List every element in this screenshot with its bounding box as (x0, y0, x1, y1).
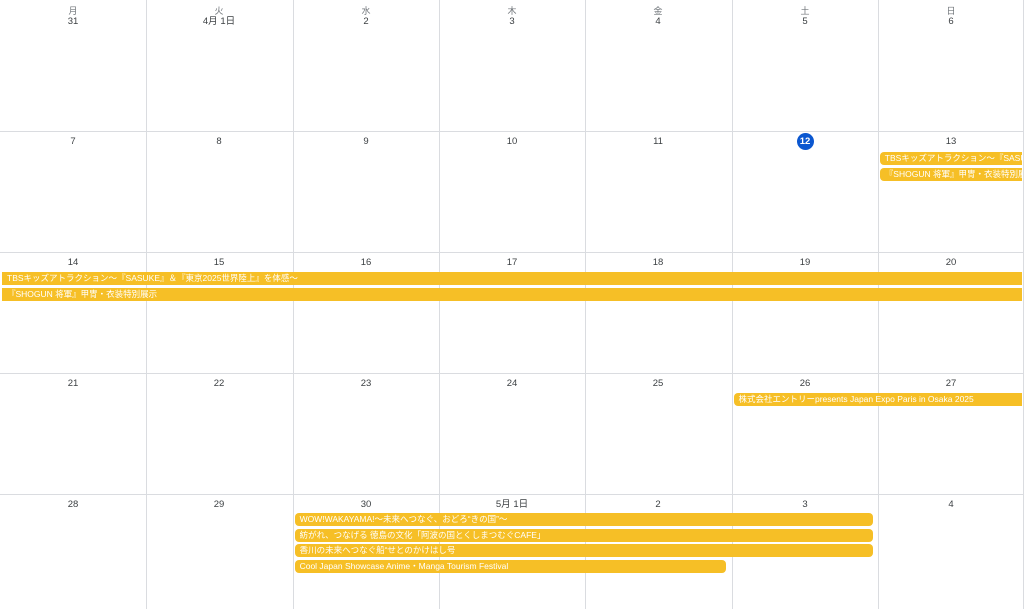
date-number[interactable]: 10 (439, 133, 585, 151)
date-number[interactable]: 24 (439, 375, 585, 393)
date-label: 23 (360, 378, 372, 389)
date-number[interactable]: 11 (585, 133, 731, 151)
date-number[interactable]: 16 (293, 254, 439, 272)
grid-col-divider (878, 0, 879, 609)
date-number[interactable]: 17 (439, 254, 585, 272)
date-label: 4月 1日 (202, 16, 236, 27)
grid-row-divider (0, 494, 1024, 495)
event-chip[interactable]: Cool Japan Showcase Anime・Manga Tourism … (294, 559, 727, 573)
event-chip[interactable]: 『SHOGUN 将軍』甲冑・衣装特別展示 (879, 167, 1022, 181)
today-date-number[interactable]: 12 (732, 133, 878, 151)
date-label: 30 (360, 499, 372, 510)
date-number[interactable]: 9 (293, 133, 439, 151)
date-label: 22 (213, 378, 225, 389)
date-number[interactable]: 8 (146, 133, 292, 151)
grid-col-divider (293, 0, 294, 609)
date-label: 28 (67, 499, 79, 510)
date-number[interactable]: 6 (878, 13, 1024, 31)
date-number[interactable]: 15 (146, 254, 292, 272)
date-number[interactable]: 26 (732, 375, 878, 393)
date-number[interactable]: 19 (732, 254, 878, 272)
event-chip[interactable]: WOW!WAKAYAMA!～未来へつなぐ、おどろ“きの国”～ (294, 513, 873, 526)
grid-row-divider (0, 252, 1024, 253)
date-label: 3 (802, 499, 808, 510)
event-chip[interactable]: TBSキッズアトラクション～『SASUKE』＆『東京2025世界陸上』を体感～ (2, 272, 1022, 285)
date-number[interactable]: 29 (146, 496, 292, 514)
date-label: 25 (652, 378, 664, 389)
date-number[interactable]: 4月 1日 (146, 13, 292, 31)
date-label: 8 (216, 136, 222, 147)
date-label: 26 (799, 378, 811, 389)
event-chip[interactable]: 紡がれ、つなげる 徳島の文化「阿波の国とくしまつむぐCAFE」 (294, 528, 873, 542)
date-label: 18 (652, 257, 664, 268)
grid-col-divider (146, 0, 147, 609)
date-number[interactable]: 5 (732, 13, 878, 31)
date-label: 2 (363, 16, 369, 27)
date-label: 27 (945, 378, 957, 389)
date-label: 21 (67, 378, 79, 389)
date-label: 24 (506, 378, 518, 389)
date-label: 4 (948, 499, 954, 510)
date-number[interactable]: 5月 1日 (439, 496, 585, 514)
grid-row-divider (0, 373, 1024, 374)
date-number[interactable]: 28 (0, 496, 146, 514)
date-number[interactable]: 3 (439, 13, 585, 31)
event-chip[interactable]: TBSキッズアトラクション～『SASUKE』＆『東京2025世界陸上』を体感～ (879, 152, 1022, 165)
date-number[interactable]: 30 (293, 496, 439, 514)
date-label: 2 (655, 499, 661, 510)
date-number[interactable]: 25 (585, 375, 731, 393)
date-label: 5月 1日 (495, 499, 529, 510)
date-label: 13 (945, 136, 957, 147)
date-number[interactable]: 14 (0, 254, 146, 272)
date-number[interactable]: 2 (585, 496, 731, 514)
date-number[interactable]: 22 (146, 375, 292, 393)
date-label: 6 (948, 16, 954, 27)
date-label: 10 (506, 136, 518, 147)
date-number[interactable]: 13 (878, 133, 1024, 151)
date-number[interactable]: 31 (0, 13, 146, 31)
date-number[interactable]: 27 (878, 375, 1024, 393)
date-label: 16 (360, 257, 372, 268)
date-label: 7 (70, 136, 76, 147)
date-label: 29 (213, 499, 225, 510)
date-number[interactable]: 23 (293, 375, 439, 393)
date-label: 17 (506, 257, 518, 268)
date-label: 11 (653, 136, 663, 147)
grid-row-divider (0, 131, 1024, 132)
date-label: 19 (799, 257, 811, 268)
date-label: 4 (655, 16, 661, 27)
date-label: 9 (363, 136, 369, 147)
date-number[interactable]: 7 (0, 133, 146, 151)
date-label: 15 (213, 257, 225, 268)
event-chip[interactable]: 香川の未来へつなぐ船“せとのかけはし号 (294, 544, 873, 557)
date-number[interactable]: 20 (878, 254, 1024, 272)
event-chip[interactable]: 『SHOGUN 将軍』甲冑・衣装特別展示 (2, 287, 1022, 301)
date-label: 31 (67, 16, 79, 27)
month-calendar-grid: 月火水木金土日 31 4月 1日 2 3 4 5 6 7 8 9 10 11 12 13 TBSキッズアトラク… (0, 0, 1024, 609)
date-label: 12 (796, 133, 814, 150)
date-number[interactable]: 21 (0, 375, 146, 393)
date-label: 3 (509, 16, 515, 27)
date-number[interactable]: 4 (878, 496, 1024, 514)
date-label: 5 (802, 16, 808, 27)
date-label: 20 (945, 257, 957, 268)
date-label: 14 (67, 257, 79, 268)
event-chip[interactable]: 株式会社エントリーpresents Japan Expo Paris in Os… (733, 393, 1022, 406)
date-number[interactable]: 18 (585, 254, 731, 272)
date-number[interactable]: 4 (585, 13, 731, 31)
date-number[interactable]: 3 (732, 496, 878, 514)
date-number[interactable]: 2 (293, 13, 439, 31)
